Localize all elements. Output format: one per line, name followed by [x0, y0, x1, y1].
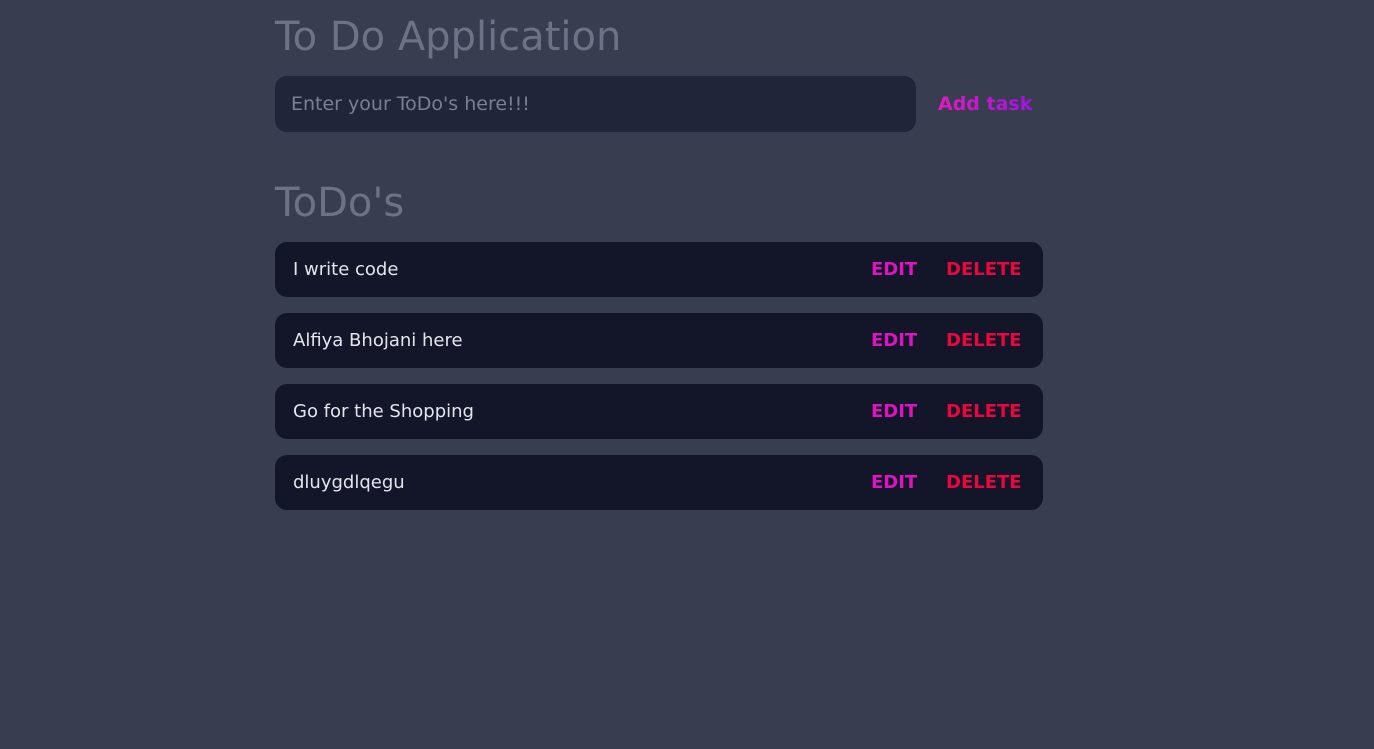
delete-button[interactable]: DELETE: [946, 455, 1022, 510]
todo-text: dluygdlqegu: [293, 472, 405, 493]
todo-input[interactable]: [275, 76, 916, 132]
edit-button[interactable]: EDIT: [871, 242, 917, 297]
edit-button[interactable]: EDIT: [871, 313, 917, 368]
page-title: To Do Application: [275, 14, 622, 60]
delete-button[interactable]: DELETE: [946, 384, 1022, 439]
todo-item: Alfiya Bhojani here EDIT DELETE: [275, 313, 1043, 368]
todo-item: I write code EDIT DELETE: [275, 242, 1043, 297]
delete-button[interactable]: DELETE: [946, 242, 1022, 297]
todo-list-title: ToDo's: [275, 180, 405, 226]
delete-button[interactable]: DELETE: [946, 313, 1022, 368]
add-task-button[interactable]: Add task: [938, 76, 1032, 132]
todo-text: Go for the Shopping: [293, 401, 474, 422]
add-task-row: Add task: [275, 76, 1043, 132]
todo-text: Alfiya Bhojani here: [293, 330, 463, 351]
todo-item: dluygdlqegu EDIT DELETE: [275, 455, 1043, 510]
edit-button[interactable]: EDIT: [871, 455, 917, 510]
todo-item: Go for the Shopping EDIT DELETE: [275, 384, 1043, 439]
todo-text: I write code: [293, 259, 399, 280]
todo-list: I write code EDIT DELETE Alfiya Bhojani …: [275, 242, 1043, 526]
edit-button[interactable]: EDIT: [871, 384, 917, 439]
